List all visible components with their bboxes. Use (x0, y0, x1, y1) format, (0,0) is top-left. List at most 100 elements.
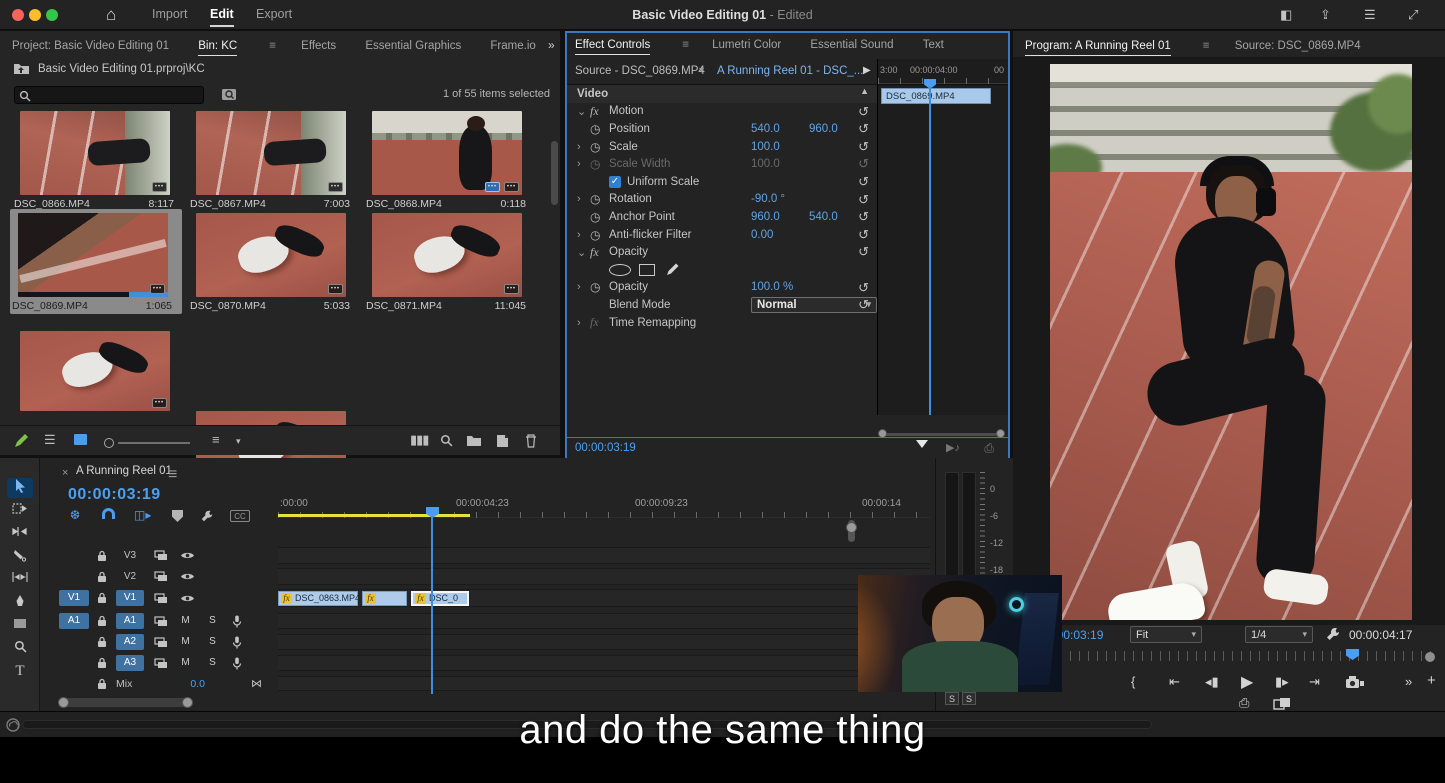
sync-lock-icon[interactable] (154, 658, 168, 669)
go-to-in-icon[interactable]: ⇤ (1169, 674, 1180, 690)
property-blend-mode[interactable]: Blend Mode Normal ▾ ↺ (567, 296, 877, 314)
effect-motion[interactable]: ⌄fx Motion ↺ (567, 103, 877, 121)
pen-mask-icon[interactable] (665, 262, 680, 277)
track-name-v3[interactable]: V3 (116, 548, 144, 564)
find-icon[interactable] (440, 434, 453, 447)
lane-v2[interactable] (278, 568, 930, 585)
clip-thumbnail[interactable]: ••• (372, 213, 522, 297)
solo-button[interactable]: S (205, 614, 220, 628)
track-header-a2[interactable]: A2 M S (55, 634, 278, 650)
zoom-slider-track[interactable] (118, 442, 190, 444)
clip-item[interactable]: ••• DSC_0867.MP47:003 (188, 111, 356, 210)
step-forward-icon[interactable]: ▮▸ (1275, 674, 1289, 690)
clip-item-selected[interactable]: ••• DSC_0869.MP41:065 (10, 209, 182, 314)
rectangle-mask-icon[interactable] (639, 264, 655, 276)
mini-timeline-clip[interactable]: DSC_0869.MP4 (881, 88, 991, 104)
scrollbar-knob[interactable] (182, 697, 193, 708)
mute-button[interactable]: M (178, 635, 193, 649)
expand-chevron-icon[interactable]: › (577, 141, 590, 153)
stopwatch-icon[interactable]: ◷ (590, 192, 609, 206)
reset-icon[interactable]: ↺ (858, 139, 869, 155)
stopwatch-icon[interactable]: ◷ (590, 140, 609, 154)
position-y-value[interactable]: 960.0 (809, 123, 838, 135)
lane-a2[interactable] (278, 634, 930, 650)
lock-icon[interactable] (97, 657, 107, 669)
rotation-value[interactable]: -90.0 ° (751, 193, 785, 205)
clip-item[interactable]: ••• DSC_0871.MP411:045 (364, 213, 532, 312)
search-bins-icon[interactable] (221, 87, 237, 102)
expand-chevron-icon[interactable]: ⌄ (577, 246, 590, 259)
panel-menu-icon[interactable]: ≡ (269, 40, 276, 52)
zoom-slider-knob[interactable] (104, 438, 114, 448)
reset-icon[interactable]: ↺ (858, 280, 869, 296)
scrollbar-knob[interactable] (58, 697, 69, 708)
mini-playhead-line[interactable] (929, 87, 931, 415)
mix-gain-value[interactable]: 0.0 (190, 678, 205, 690)
uniform-scale-checkbox[interactable]: ✓ (609, 176, 621, 188)
clip-thumbnail[interactable]: ••• (20, 331, 170, 411)
export-frame-camera-icon[interactable] (1345, 675, 1365, 690)
navigate-up-bin-icon[interactable] (13, 61, 30, 75)
clip-item[interactable]: ••• ••• DSC_0868.MP40:118 (364, 111, 532, 210)
timeline-h-scrollbar[interactable] (60, 698, 190, 707)
export-frame-icon[interactable]: ⎙ (984, 441, 994, 456)
track-output-eye-icon[interactable] (180, 594, 195, 603)
list-view-icon[interactable]: ☰ (44, 432, 56, 448)
mute-button[interactable]: M (178, 656, 193, 670)
sequence-clip-label[interactable]: A Running Reel 01 - DSC_... (717, 65, 863, 77)
tab-project[interactable]: Project: Basic Video Editing 01 (12, 40, 169, 52)
delete-trash-icon[interactable] (525, 434, 537, 448)
captions-cc-icon[interactable]: CC (230, 510, 250, 522)
stopwatch-icon[interactable]: ◷ (590, 210, 609, 224)
lane-mix[interactable] (278, 676, 930, 691)
track-header-v3[interactable]: V3 (55, 547, 278, 564)
effect-opacity[interactable]: ⌄fx Opacity ↺ (567, 243, 877, 261)
anchor-y-value[interactable]: 540.0 (809, 211, 838, 223)
tab-bin-kc[interactable]: Bin: KC (198, 40, 237, 56)
clip-thumbnail[interactable]: ••• ••• (372, 111, 522, 195)
source-patch-v1[interactable]: V1 (59, 590, 89, 606)
timeline-timecode[interactable]: 00:00:03:19 (68, 486, 161, 504)
expand-chevron-icon[interactable]: › (577, 229, 590, 241)
lock-icon[interactable] (97, 678, 107, 690)
solo-right-button[interactable]: S (962, 692, 976, 705)
add-marker-icon[interactable] (172, 510, 183, 522)
sync-lock-icon[interactable] (154, 593, 168, 604)
linked-selection-icon[interactable]: ◫▸ (134, 508, 151, 522)
collapse-section-icon[interactable]: ▲ (860, 86, 869, 96)
track-name-a3[interactable]: A3 (116, 655, 144, 671)
selection-tool[interactable] (7, 478, 33, 498)
clip-thumbnail[interactable]: ••• (20, 111, 170, 195)
voiceover-mic-icon[interactable] (232, 615, 242, 628)
solo-left-button[interactable]: S (945, 692, 959, 705)
playback-resolution-dropdown[interactable]: 1/4▾ (1245, 626, 1313, 643)
sync-lock-icon[interactable] (154, 637, 168, 648)
timeline-clip-selected[interactable]: fx DSC_0 (411, 591, 469, 606)
ripple-edit-tool[interactable] (7, 525, 33, 545)
razor-tool[interactable] (7, 548, 33, 568)
clip-item[interactable]: ••• DSC_0870.MP45:033 (188, 213, 356, 312)
reset-icon[interactable]: ↺ (858, 209, 869, 225)
anti-flicker-value[interactable]: 0.00 (751, 229, 773, 241)
tab-overflow-chevron[interactable]: » (548, 38, 555, 52)
track-output-eye-icon[interactable] (180, 551, 195, 560)
button-editor-plus[interactable]: + (1427, 672, 1436, 689)
expand-chevron-icon[interactable]: › (577, 158, 590, 170)
workspace-panel-icon[interactable]: ◧ (1280, 7, 1292, 23)
close-sequence-icon[interactable]: × (62, 467, 68, 479)
effect-time-remapping[interactable]: ›fx Time Remapping (567, 314, 877, 332)
property-scale[interactable]: ›◷ Scale 100.0 ↺ (567, 138, 877, 156)
sync-lock-icon[interactable] (154, 616, 168, 627)
scrollbar-knob[interactable] (846, 522, 857, 533)
workspaces-menu-icon[interactable]: ☰ (1364, 7, 1376, 23)
settings-wrench-icon[interactable] (1325, 626, 1341, 642)
lock-icon[interactable] (97, 550, 107, 562)
go-to-out-icon[interactable]: ⇥ (1309, 674, 1320, 690)
lane-a1[interactable] (278, 613, 930, 629)
property-opacity[interactable]: ›◷ Opacity 100.0 % ↺ (567, 279, 877, 297)
reset-icon[interactable]: ↺ (858, 297, 869, 313)
solo-button[interactable]: S (205, 635, 220, 649)
timeline-clip-dsc0863[interactable]: fx DSC_0863.MP4 (278, 591, 358, 606)
button-overflow-chevron[interactable]: » (1405, 674, 1412, 689)
expand-chevron-icon[interactable]: › (577, 193, 590, 205)
